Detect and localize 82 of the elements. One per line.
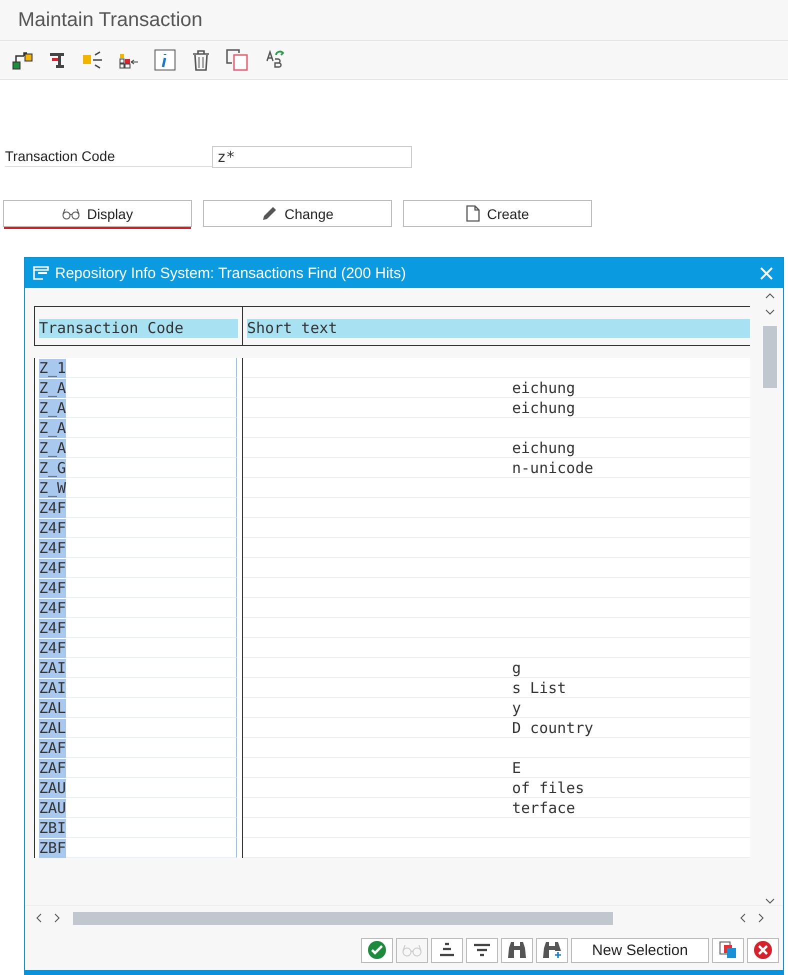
copy-icon xyxy=(718,940,738,960)
table-cell: Z4F xyxy=(39,519,66,538)
table-cell: E xyxy=(512,759,522,777)
scroll-thumb[interactable] xyxy=(763,326,777,388)
table-cell: eichung xyxy=(512,439,576,457)
table-cell: ZAF xyxy=(39,739,66,758)
table-cell: Z_A xyxy=(39,419,66,438)
table-cell: eichung xyxy=(512,379,576,397)
display-button[interactable]: Display xyxy=(3,200,192,227)
find-button[interactable] xyxy=(501,938,533,962)
pencil-icon xyxy=(261,206,278,222)
scroll-up-icon[interactable] xyxy=(765,292,775,299)
table-cell: Z_A xyxy=(39,379,66,398)
vertical-scrollbar[interactable] xyxy=(760,292,780,905)
table-cell: ZBF xyxy=(39,839,66,858)
table-cell: Z4F xyxy=(39,639,66,658)
ok-button[interactable] xyxy=(361,938,393,962)
glasses-icon xyxy=(62,208,80,220)
column-header: Short text xyxy=(247,319,750,338)
table-cell: ZAL xyxy=(39,699,66,718)
copy-icon[interactable] xyxy=(226,49,250,71)
table-cell: eichung xyxy=(512,399,576,417)
sort-icon xyxy=(438,942,456,958)
table-cell: y xyxy=(512,699,522,717)
table-cell: ZAF xyxy=(39,759,66,778)
table-cell: ZAL xyxy=(39,719,66,738)
table-cell: Z_A xyxy=(39,439,66,458)
filter-button[interactable] xyxy=(466,938,498,962)
table-cell: ZAI xyxy=(39,659,66,678)
branch-icon[interactable] xyxy=(82,50,104,70)
scroll-right-icon[interactable] xyxy=(54,913,61,923)
document-icon xyxy=(466,205,480,222)
table-cell: Z_1 xyxy=(39,359,66,378)
table-cell: Z_G xyxy=(39,459,66,478)
table-cell: ZAI xyxy=(39,679,66,698)
table-cell: Z_A xyxy=(39,399,66,418)
table-cell: Z4F xyxy=(39,599,66,618)
field-label: Transaction Code xyxy=(5,148,212,166)
scroll-down-icon[interactable] xyxy=(765,898,775,905)
hierarchy-icon[interactable] xyxy=(12,50,34,70)
table-cell: Z_W xyxy=(39,479,66,498)
table-cell: Z4F xyxy=(39,579,66,598)
close-button[interactable] xyxy=(758,264,775,282)
create-button[interactable]: Create xyxy=(403,200,592,227)
table-cell: Z4F xyxy=(39,559,66,578)
table-cell: Z4F xyxy=(39,619,66,638)
checkmark-icon xyxy=(367,940,387,960)
transaction-code-field[interactable]: z* xyxy=(212,146,412,168)
table-cell: g xyxy=(512,659,522,677)
scroll-down-icon[interactable] xyxy=(765,309,775,316)
table-cell: ZBI xyxy=(39,819,66,838)
table-cell: s List xyxy=(512,679,566,697)
table-cell: terface xyxy=(512,799,576,817)
copy-button[interactable] xyxy=(712,938,744,962)
column-header: Transaction Code xyxy=(39,319,238,338)
new-selection-button[interactable]: New Selection xyxy=(571,938,709,962)
scroll-right-icon[interactable] xyxy=(758,913,765,923)
window-title: Maintain Transaction xyxy=(18,8,203,32)
glasses-icon xyxy=(402,944,422,956)
scroll-left-icon[interactable] xyxy=(739,913,746,923)
cancel-icon xyxy=(753,940,773,960)
cancel-button[interactable] xyxy=(747,938,779,962)
close-icon xyxy=(760,266,773,280)
table-cell: of files xyxy=(512,779,584,797)
dialog-title: Repository Info System: Transactions Find (200 Hits) xyxy=(55,264,407,282)
sort-button[interactable] xyxy=(431,938,463,962)
scroll-thumb[interactable] xyxy=(73,912,613,924)
table-cell: ZAU xyxy=(39,779,66,798)
trash-icon[interactable] xyxy=(190,49,212,71)
table-cell: D country xyxy=(512,719,594,737)
scroll-left-icon[interactable] xyxy=(35,913,42,923)
table-cell: n-unicode xyxy=(512,459,594,477)
find-next-button[interactable] xyxy=(536,938,568,962)
table-cell: ZAU xyxy=(39,799,66,818)
change-button[interactable]: Change xyxy=(203,200,392,227)
binoculars-icon xyxy=(542,941,562,959)
binoculars-icon xyxy=(507,941,527,959)
table-cell: Z4F xyxy=(39,499,66,518)
info-icon[interactable] xyxy=(154,49,176,71)
table-cell: Z4F xyxy=(39,539,66,558)
window-icon xyxy=(33,266,49,280)
filter-icon xyxy=(473,942,491,958)
